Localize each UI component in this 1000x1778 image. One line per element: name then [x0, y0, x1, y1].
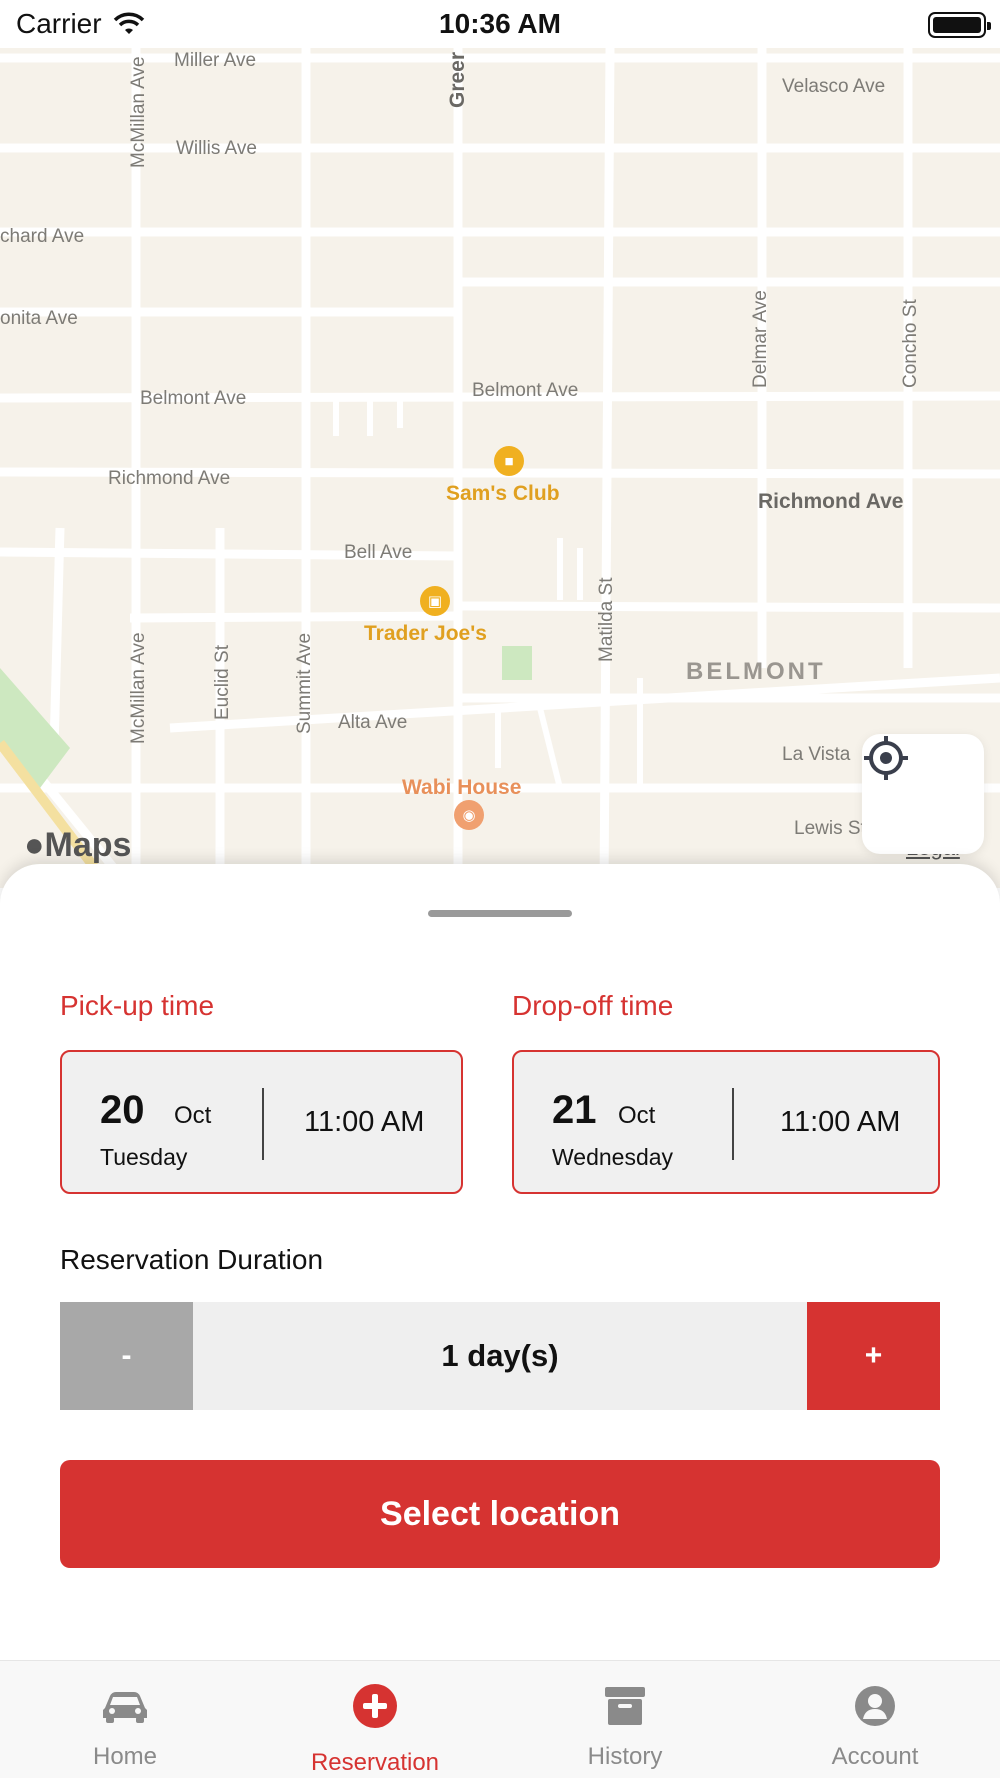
select-location-button[interactable]: Select location [60, 1460, 940, 1568]
maps-brand: ●Maps [24, 826, 131, 865]
dropoff-time-picker[interactable]: 21 Oct Wednesday 11:00 AM [512, 1050, 940, 1194]
poi-label[interactable]: Trader Joe's [364, 622, 487, 646]
map-street-label: Willis Ave [176, 138, 257, 159]
dropoff-weekday: Wednesday [552, 1144, 674, 1170]
pickup-label: Pick-up time [60, 990, 215, 1021]
add-circle-icon [353, 1684, 397, 1728]
map-district-label: BELMONT [686, 658, 826, 685]
map-street-label: Lewis St [794, 818, 866, 839]
tab-home[interactable]: Home [0, 1661, 250, 1778]
map-street-label: La Vista [782, 744, 851, 765]
map-street-label: Matilda St [596, 577, 617, 662]
duration-label: Reservation Duration [60, 1244, 324, 1275]
map-street-label: McMillan Ave [128, 632, 149, 744]
restaurant-icon[interactable]: ◉ [454, 800, 484, 830]
tab-account[interactable]: Account [750, 1661, 1000, 1778]
map-street-label: McMillan Ave [128, 56, 149, 168]
battery-icon [928, 12, 991, 38]
shopping-cart-icon[interactable]: ▣ [420, 586, 450, 616]
duration-stepper: - 1 day(s) + [60, 1302, 940, 1410]
map-street-label: chard Ave [0, 226, 85, 247]
divider [262, 1088, 264, 1160]
archive-box-icon [605, 1687, 645, 1725]
dropoff-month: Oct [618, 1102, 656, 1129]
dropoff-day: 21 [552, 1088, 597, 1132]
map-view[interactable]: Miller Ave Willis Ave chard Ave onita Av… [0, 48, 1000, 888]
dropoff-label: Drop-off time [512, 990, 674, 1021]
map-street-label: Velasco Ave [782, 76, 886, 97]
car-icon [103, 1692, 147, 1723]
pickup-time-picker[interactable]: 20 Oct Tuesday 11:00 AM [60, 1050, 463, 1194]
map-street-label: Concho St [900, 299, 921, 388]
pickup-day: 20 [100, 1088, 145, 1132]
map-street-label: Summit Ave [294, 632, 315, 734]
shopping-bag-icon[interactable]: ■ [494, 446, 524, 476]
tab-reservation[interactable]: Reservation [250, 1661, 500, 1778]
pickup-month: Oct [174, 1102, 212, 1129]
status-time: 10:36 AM [439, 8, 561, 39]
status-bar: Carrier 10:36 AM [0, 0, 1000, 48]
map-street-label: Richmond Ave [758, 490, 904, 513]
map-street-label: Miller Ave [174, 50, 257, 71]
map-street-label: Greer [446, 51, 469, 108]
tab-label: Home [92, 1743, 158, 1770]
tab-history[interactable]: History [500, 1661, 750, 1778]
tab-label: History [587, 1743, 663, 1770]
locate-crosshair-icon [864, 736, 908, 780]
map-street-label: Belmont Ave [472, 380, 579, 401]
user-circle-icon [855, 1686, 895, 1726]
map-street-label: Bell Ave [344, 542, 413, 563]
pickup-weekday: Tuesday [100, 1144, 188, 1170]
poi-label[interactable]: Sam's Club [446, 482, 560, 506]
duration-value: 1 day(s) [441, 1338, 559, 1373]
tab-label: Account [831, 1743, 919, 1770]
map-street-label: Alta Ave [338, 712, 408, 733]
tab-label: Reservation [310, 1749, 440, 1776]
increase-duration-button[interactable]: + [807, 1302, 940, 1410]
divider [732, 1088, 734, 1160]
maps-brand-label: Maps [44, 826, 132, 864]
tab-bar: Home Reservation History Account [0, 1660, 1000, 1778]
locate-me-button[interactable] [862, 734, 984, 854]
pickup-time: 11:00 AM [304, 1106, 425, 1138]
map-street-label: Delmar Ave [750, 290, 771, 388]
map-street-label: Richmond Ave [108, 468, 231, 489]
dropoff-time: 11:00 AM [780, 1106, 901, 1138]
map-street-label: Euclid St [212, 645, 233, 720]
apple-logo-icon: ● [24, 826, 45, 864]
reservation-sheet: Pick-up time Drop-off time 20 Oct Tuesda… [0, 864, 1000, 1664]
map-street-label: onita Ave [0, 308, 78, 329]
poi-label[interactable]: Wabi House [402, 776, 521, 800]
decrease-duration-button[interactable]: - [60, 1302, 193, 1410]
map-street-label: Belmont Ave [140, 388, 247, 409]
sheet-grabber[interactable] [428, 910, 572, 917]
